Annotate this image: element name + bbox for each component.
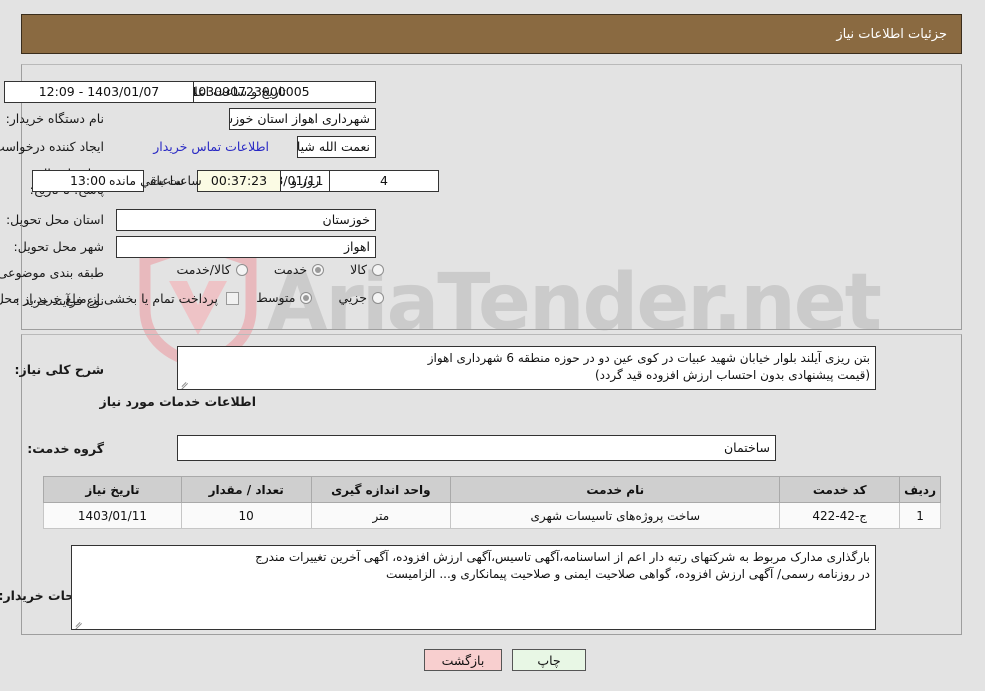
category-option-2[interactable]: کالا/خدمت: [177, 262, 249, 277]
public-announcement-value: 1403/01/07 - 12:09: [5, 81, 195, 103]
page-header: جزئیات اطلاعات نیاز: [22, 14, 963, 54]
category-label: طبقه بندی موضوعی:: [0, 265, 105, 280]
print-button[interactable]: چاپ: [513, 649, 587, 671]
table-column-header: کد خدمت: [780, 476, 902, 503]
countdown-timer: 00:37:23: [198, 170, 282, 192]
countdown-label: ساعت باقي مانده: [110, 173, 203, 188]
category-option-1[interactable]: خدمت: [274, 262, 326, 277]
service-group-label: گروه خدمت:: [28, 441, 105, 456]
table-cell-service-code: ج-42-422: [780, 502, 902, 529]
description-textarea[interactable]: بتن ریزی آیلند بلوار خیابان شهید عبیات د…: [178, 346, 877, 390]
category-radio-icon[interactable]: [373, 263, 385, 276]
delivery-province-value: خوزستان: [117, 209, 377, 231]
services-section-heading: اطلاعات خدمات مورد نیاز: [100, 394, 258, 409]
delivery-city-label: شهر محل تحویل:: [14, 239, 105, 254]
buyer-org-value: شهرداری اهواز استان خوزستان: [230, 108, 377, 130]
category-option-label: کالا/خدمت: [177, 262, 232, 277]
table-header-row: ردیف کد خدمت نام خدمت واحد اندازه گیری تعداد…: [44, 476, 942, 503]
table-column-header: تاریخ نیاز: [44, 476, 183, 503]
request-creator-label: ایجاد کننده درخواست:: [0, 139, 105, 154]
table-cell-service-name: ساخت پروژه‌های تاسیسات شهری: [451, 502, 782, 529]
treasury-checkbox[interactable]: [227, 292, 240, 305]
resize-grip-icon: [75, 618, 85, 629]
delivery-city-value: اهواز: [117, 236, 377, 258]
category-option-0[interactable]: کالا: [351, 262, 385, 277]
category-option-label: خدمت: [274, 262, 309, 277]
table-cell-row-no: 1: [900, 502, 942, 529]
process-type-option-1[interactable]: متوسط: [257, 290, 314, 305]
description-label: شرح کلی نیاز:: [15, 362, 105, 377]
table-cell-quantity: 10: [181, 502, 313, 529]
table-column-header: ردیف: [900, 476, 942, 503]
category-radio-group[interactable]: کالا خدمت کالا/خدمت: [177, 262, 385, 277]
treasury-checkbox-row[interactable]: پرداخت تمام یا بخشی از مبلغ خرید،از محل …: [0, 291, 240, 306]
description-line-1: بتن ریزی آیلند بلوار خیابان شهید عبیات د…: [428, 351, 871, 365]
services-table: ردیف کد خدمت نام خدمت واحد اندازه گیری تعداد…: [44, 476, 942, 529]
category-option-label: کالا: [351, 262, 368, 277]
process-type-radio-group[interactable]: جزیي متوسط: [257, 290, 385, 305]
remaining-days-label: روز و: [292, 173, 321, 188]
process-type-option-label: جزیي: [339, 290, 368, 305]
buyer-notes-textarea[interactable]: بارگذاری مدارک مربوط به شرکتهای رتبه دار…: [72, 545, 877, 630]
back-button[interactable]: بازگشت: [425, 649, 503, 671]
table-column-header: نام خدمت: [451, 476, 782, 503]
process-type-option-0[interactable]: جزیي: [339, 290, 385, 305]
table-cell-unit: متر: [311, 502, 453, 529]
table-cell-need-date: 1403/01/11: [44, 502, 183, 529]
buyer-org-label: نام دستگاه خریدار:: [6, 111, 105, 126]
category-radio-icon[interactable]: [313, 263, 326, 276]
remaining-days-value: 4: [330, 170, 440, 192]
buyer-contact-link[interactable]: اطلاعات تماس خریدار: [154, 139, 270, 154]
treasury-checkbox-label: پرداخت تمام یا بخشی از مبلغ خرید،از محل …: [0, 291, 219, 306]
table-column-header: تعداد / مقدار: [181, 476, 313, 503]
process-type-radio-icon[interactable]: [373, 291, 385, 304]
process-type-option-label: متوسط: [257, 290, 297, 305]
buyer-notes-line-1: بارگذاری مدارک مربوط به شرکتهای رتبه دار…: [256, 550, 871, 564]
table-column-header: واحد اندازه گیری: [311, 476, 453, 503]
process-type-radio-icon[interactable]: [301, 291, 314, 304]
page-title: جزئیات اطلاعات نیاز: [837, 26, 948, 42]
table-row: 1 ج-42-422 ساخت پروژه‌های تاسیسات شهری متر 1…: [44, 502, 942, 529]
buyer-notes-line-2: در روزنامه رسمی/ آگهی ارزش افزوده، گواهی…: [387, 567, 871, 581]
category-radio-icon[interactable]: [236, 263, 249, 276]
delivery-province-label: استان محل تحویل:: [6, 212, 105, 227]
request-creator-value: نعمت الله شیاعی مسئول پشتیبانی شهرداری ا…: [298, 136, 377, 158]
description-line-2: (قیمت پیشنهادی بدون احتساب ارزش افزوده ق…: [596, 368, 871, 382]
service-group-value: ساختمان: [178, 435, 777, 461]
